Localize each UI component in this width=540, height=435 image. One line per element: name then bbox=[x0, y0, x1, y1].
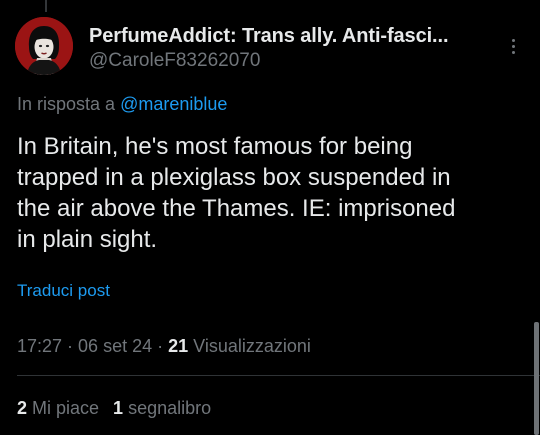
bookmarks-stat[interactable]: 1 segnalibro bbox=[113, 398, 211, 418]
profile-photo-icon bbox=[15, 17, 73, 75]
author-handle[interactable]: @CaroleF83262070 bbox=[89, 49, 489, 73]
post-header: PerfumeAddict: Trans ally. Anti-fasci...… bbox=[89, 24, 489, 73]
post-time[interactable]: 17:27 bbox=[17, 336, 62, 356]
post-date[interactable]: 06 set 24 bbox=[78, 336, 152, 356]
meta-separator: · bbox=[152, 336, 169, 356]
meta-separator: · bbox=[62, 336, 79, 356]
more-dots-icon bbox=[511, 50, 515, 54]
reply-context: In risposta a @mareniblue bbox=[17, 92, 227, 116]
translate-post-link[interactable]: Traduci post bbox=[17, 279, 110, 303]
more-options-button[interactable] bbox=[505, 34, 521, 58]
thread-connector-line bbox=[45, 0, 47, 12]
post-metadata: 17:27 · 06 set 24 · 21 Visualizzazioni bbox=[17, 334, 311, 358]
bookmarks-count: 1 bbox=[113, 398, 124, 418]
views-count: 21 bbox=[168, 336, 189, 356]
avatar[interactable] bbox=[15, 17, 73, 75]
reply-mention-link[interactable]: @mareniblue bbox=[120, 94, 227, 114]
more-dots-icon bbox=[511, 38, 515, 42]
likes-count: 2 bbox=[17, 398, 28, 418]
engagement-stats: 2 Mi piace 1 segnalibro bbox=[17, 396, 225, 420]
reply-prefix: In risposta a bbox=[17, 94, 121, 114]
divider bbox=[17, 375, 540, 376]
bookmarks-label: segnalibro bbox=[123, 398, 212, 418]
post-text: In Britain, he's most famous for being t… bbox=[17, 133, 456, 253]
views-label: Visualizzazioni bbox=[188, 336, 311, 356]
scrollbar-thumb[interactable] bbox=[534, 322, 539, 435]
likes-label: Mi piace bbox=[27, 398, 100, 418]
likes-stat[interactable]: 2 Mi piace bbox=[17, 398, 99, 418]
author-display-name[interactable]: PerfumeAddict: Trans ally. Anti-fasci... bbox=[89, 24, 489, 48]
more-dots-icon bbox=[511, 44, 515, 48]
